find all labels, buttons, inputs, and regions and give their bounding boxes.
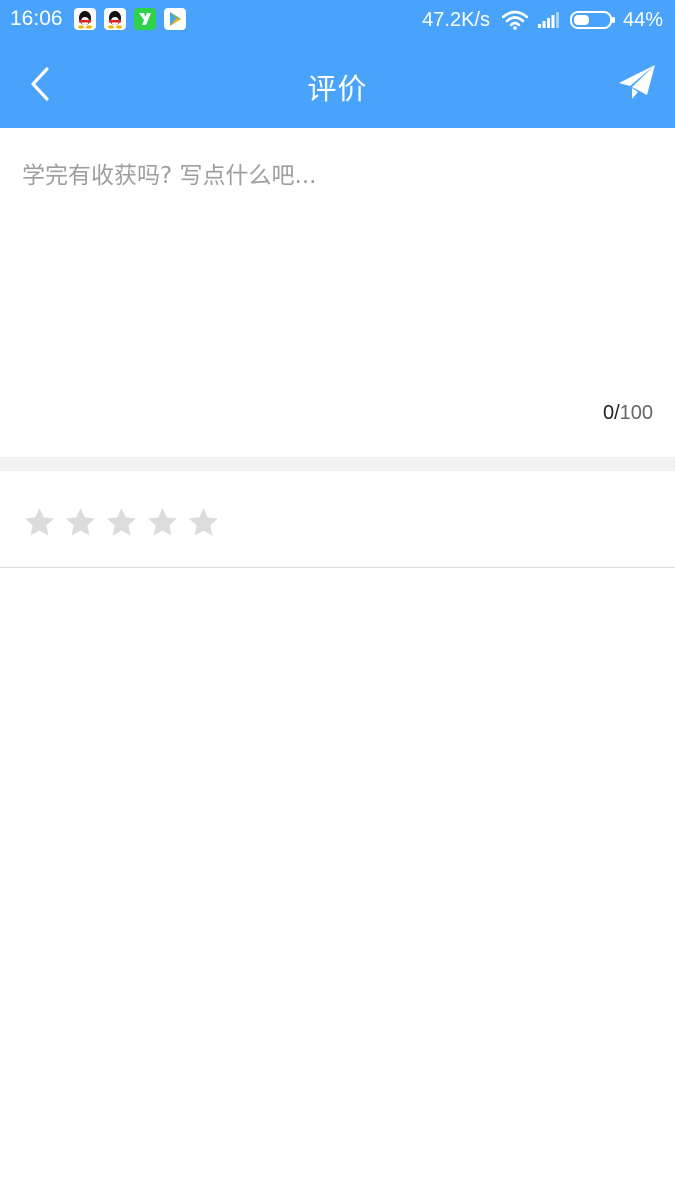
section-divider (0, 457, 675, 471)
star-rating[interactable] (23, 506, 220, 539)
page-title: 评价 (307, 72, 368, 106)
battery-icon (569, 11, 615, 29)
char-count-current: 0 (602, 402, 615, 424)
yuque-icon (134, 8, 156, 30)
star-icon[interactable] (146, 506, 179, 539)
star-icon[interactable] (64, 506, 97, 539)
comment-input[interactable] (22, 158, 652, 398)
qq-icon (104, 8, 126, 30)
signal-icon (537, 12, 559, 28)
comment-box: 0/100 (0, 128, 675, 457)
notification-icons (74, 8, 186, 30)
status-bar: 16:06 47.2K/s 44% (0, 0, 675, 40)
char-count-max: 100 (619, 402, 653, 424)
wifi-icon (501, 10, 528, 30)
play-store-icon (164, 8, 186, 30)
star-icon[interactable] (105, 506, 138, 539)
status-time: 16:06 (10, 7, 63, 30)
status-right: 47.2K/s 44% (422, 7, 663, 33)
qq-icon (74, 8, 96, 30)
rating-row (0, 471, 675, 568)
paper-plane-icon (619, 65, 655, 99)
char-counter: 0/100 (603, 402, 653, 425)
nav-bar: 评价 (0, 40, 675, 128)
network-speed: 47.2K/s (422, 8, 490, 31)
send-button[interactable] (615, 62, 659, 102)
star-icon[interactable] (23, 506, 56, 539)
battery-percent: 44% (622, 8, 663, 31)
star-icon[interactable] (187, 506, 220, 539)
